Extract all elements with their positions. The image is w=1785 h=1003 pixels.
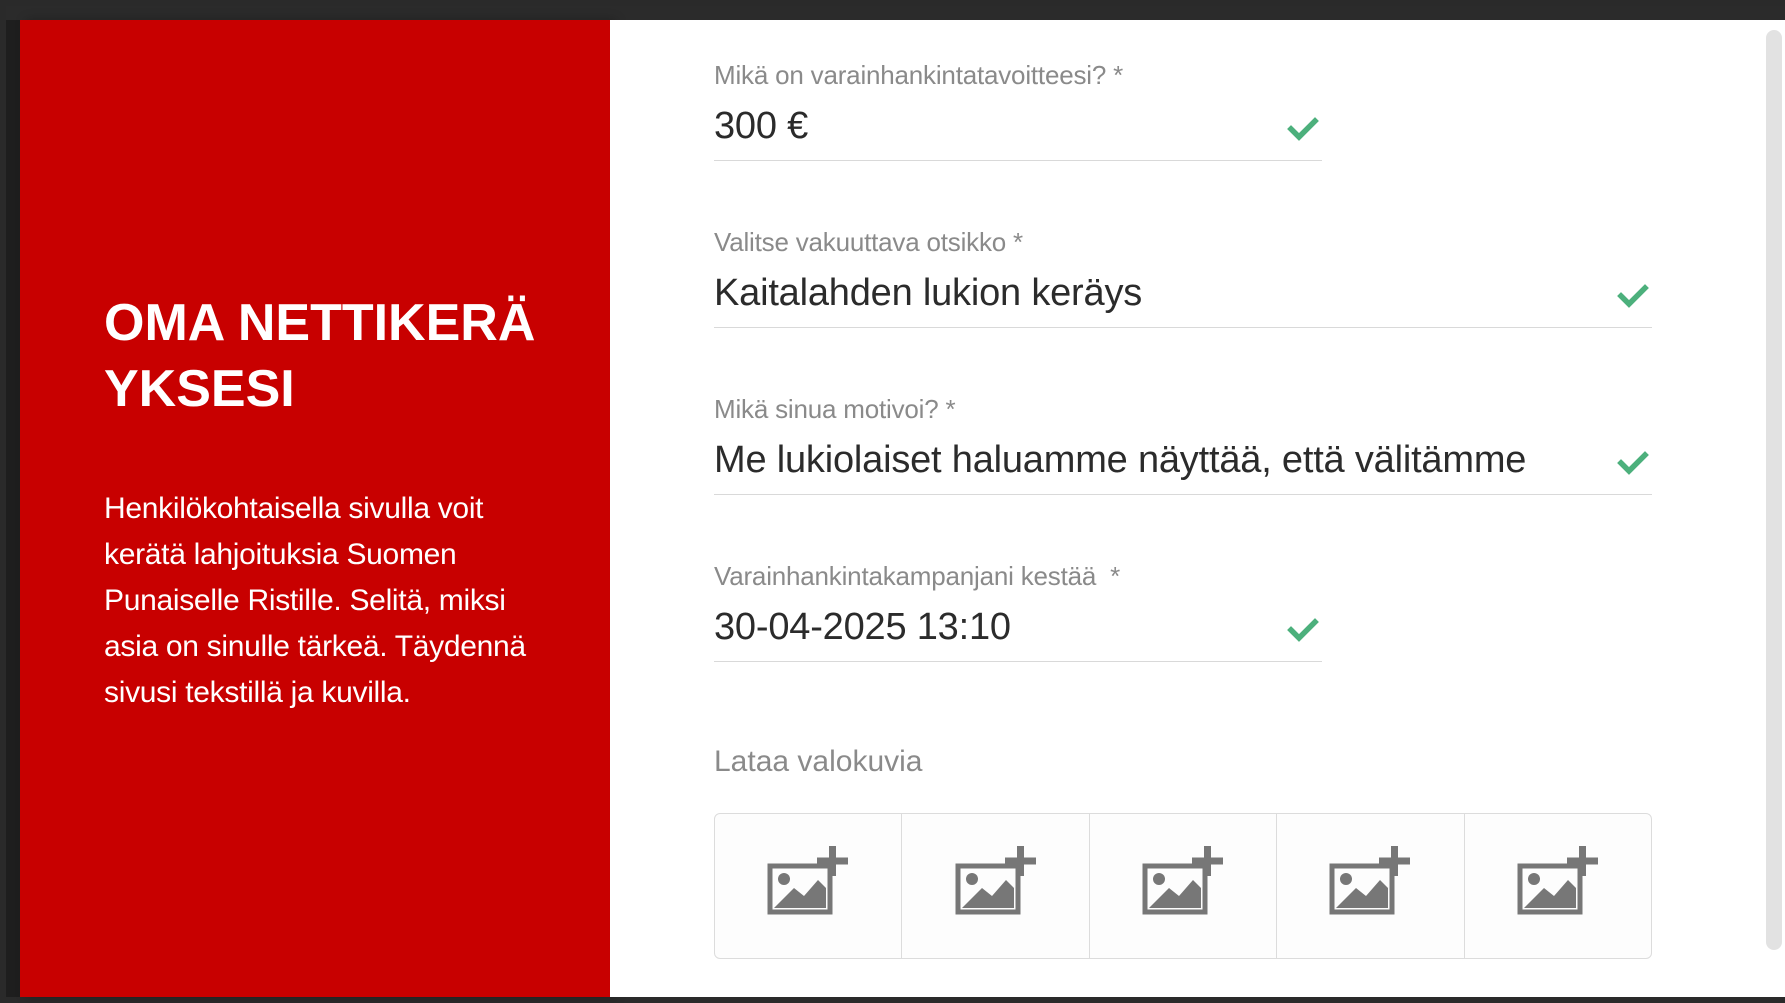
motivation-input[interactable]: Me lukiolaiset haluamme näyttää, että vä… <box>714 436 1652 495</box>
duration-label: Varainhankintakampanjani kestää * <box>714 561 1121 591</box>
page-title: OMA NETTIKERÄYKSESI <box>104 294 536 418</box>
add-image-icon <box>767 846 849 915</box>
photo-upload-slot-4[interactable] <box>1277 814 1465 958</box>
goal-input[interactable]: 300 € <box>714 102 1322 161</box>
check-icon <box>1287 618 1319 642</box>
headline-input[interactable]: Kaitalahden lukion keräys <box>714 269 1652 328</box>
goal-field: Mikä on varainhankintatavoitteesi? * 300… <box>714 60 1322 161</box>
duration-value: 30-04-2025 13:10 <box>714 606 1011 648</box>
duration-input[interactable]: 30-04-2025 13:10 <box>714 603 1322 662</box>
frame-top-bar <box>6 6 1785 20</box>
scrollbar[interactable] <box>1766 30 1782 950</box>
photo-upload-slot-2[interactable] <box>902 814 1090 958</box>
add-image-icon <box>1517 846 1598 915</box>
check-icon <box>1287 117 1319 141</box>
duration-field: Varainhankintakampanjani kestää * 30-04-… <box>714 561 1322 662</box>
photo-upload-slot-3[interactable] <box>1090 814 1278 958</box>
motivation-label: Mikä sinua motivoi? * <box>714 394 956 424</box>
intro-description: Henkilökohtaisella sivulla voit kerätä l… <box>104 492 526 709</box>
intro-panel: OMA NETTIKERÄYKSESI Henkilökohtaisella s… <box>20 20 610 997</box>
upload-label: Lataa valokuvia <box>714 745 923 778</box>
headline-field: Valitse vakuuttava otsikko * Kaitalahden… <box>714 227 1652 328</box>
add-image-icon <box>955 846 1036 915</box>
photo-upload-row <box>714 813 1652 959</box>
goal-value: 300 € <box>714 105 809 147</box>
motivation-value: Me lukiolaiset haluamme näyttää, että vä… <box>714 439 1527 481</box>
headline-label: Valitse vakuuttava otsikko * <box>714 227 1023 257</box>
headline-value: Kaitalahden lukion keräys <box>714 272 1143 314</box>
add-image-icon <box>1329 846 1411 915</box>
photo-upload-slot-5[interactable] <box>1465 814 1651 958</box>
add-image-icon <box>1142 846 1224 915</box>
check-icon <box>1617 451 1649 475</box>
photo-upload-slot-1[interactable] <box>715 814 903 958</box>
check-icon <box>1617 284 1649 308</box>
goal-label: Mikä on varainhankintatavoitteesi? * <box>714 60 1124 90</box>
motivation-field: Mikä sinua motivoi? * Me lukiolaiset hal… <box>714 394 1652 495</box>
